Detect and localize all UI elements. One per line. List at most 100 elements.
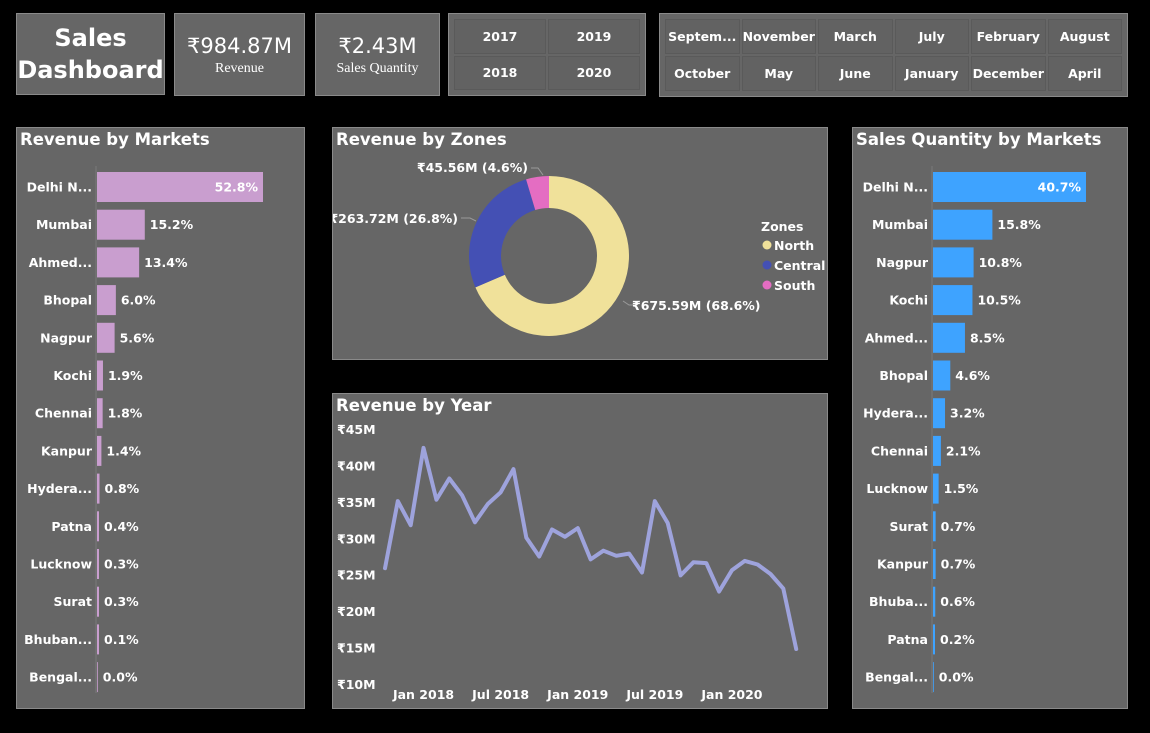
quantity-market-value-label: 1.5%: [944, 481, 979, 496]
quantity-market-bar: [933, 435, 941, 466]
month-option[interactable]: July: [894, 19, 969, 54]
revenue-by-markets-chart: Delhi N... 52.8% Mumbai 15.2% Ahmed... 13.4% B…: [24, 166, 263, 693]
year-option[interactable]: 2017: [454, 19, 546, 54]
revenue-market-bar: [97, 435, 102, 466]
sales-quantity-card: ₹2.43M Sales Quantity: [315, 13, 440, 96]
month-option[interactable]: April: [1047, 56, 1122, 91]
quantity-market-value-label: 3.2%: [950, 406, 985, 421]
year-option[interactable]: 2018: [454, 55, 546, 90]
year-option[interactable]: 2020: [548, 55, 640, 90]
revenue-market-value-label: 13.4%: [144, 255, 188, 270]
revenue-market-value-label: 0.4%: [104, 519, 139, 534]
legend-label-south: South: [774, 278, 815, 293]
revenue-market-bar: [97, 360, 103, 391]
quantity-market-bar: [933, 473, 939, 504]
revenue-market-bar: [97, 511, 99, 542]
quantity-market-category-label: Hydera...: [863, 406, 928, 421]
quantity-market-category-label: Lucknow: [866, 481, 928, 496]
revenue-market-category-label: Bhopal: [43, 293, 92, 308]
revenue-market-bar: [97, 247, 140, 278]
revenue-market-value-label: 0.0%: [103, 670, 138, 685]
quantity-market-value-label: 0.7%: [941, 557, 976, 572]
month-option[interactable]: Septem...: [665, 19, 740, 54]
quantity-market-category-label: Bhopal: [879, 368, 928, 383]
revenue-market-bar: [97, 209, 145, 240]
month-option[interactable]: August: [1047, 19, 1122, 54]
revenue-by-markets-panel: Revenue by Markets Delhi N... 52.8% Mumbai…: [16, 127, 305, 709]
quantity-market-category-label: Mumbai: [872, 217, 928, 232]
quantity-market-bar: [933, 247, 974, 278]
revenue-market-bar: [97, 285, 116, 316]
y-axis-tick-label: ₹10M: [337, 677, 376, 692]
revenue-market-value-label: 15.2%: [150, 217, 194, 232]
x-axis-tick-label: Jul 2019: [625, 687, 683, 702]
quantity-market-category-label: Kochi: [889, 293, 928, 308]
revenue-by-year-panel: Revenue by Year ₹45M ₹40M ₹35M ₹30M ₹25M ₹20M…: [332, 393, 828, 709]
month-option[interactable]: February: [971, 19, 1046, 54]
revenue-market-category-label: Surat: [54, 594, 93, 609]
quantity-market-category-label: Ahmed...: [865, 330, 928, 345]
legend-marker-central: [762, 260, 772, 270]
month-slicer[interactable]: Septem... November March July February A…: [659, 13, 1128, 97]
month-option[interactable]: December: [971, 56, 1046, 91]
x-axis-tick-label: Jul 2018: [471, 687, 529, 702]
sales-quantity-value: ₹2.43M: [338, 33, 417, 58]
revenue-market-category-label: Delhi N...: [27, 180, 92, 195]
sales-quantity-by-markets-panel: Sales Quantity by Markets Delhi N... 40.7…: [852, 127, 1128, 709]
x-axis-tick-label: Jan 2020: [700, 687, 762, 702]
revenue-value: ₹984.87M: [187, 33, 292, 58]
revenue-market-bar: [97, 549, 99, 579]
revenue-market-category-label: Bengal...: [29, 670, 92, 685]
revenue-market-category-label: Nagpur: [40, 330, 93, 345]
revenue-market-bar: [97, 322, 115, 353]
y-axis-tick-label: ₹30M: [337, 531, 376, 546]
revenue-market-value-label: 1.8%: [108, 406, 143, 421]
month-option[interactable]: June: [818, 56, 893, 91]
quantity-market-value-label: 2.1%: [946, 443, 981, 458]
zones-legend-title: Zones: [761, 219, 803, 234]
month-option[interactable]: November: [741, 19, 816, 54]
revenue-market-value-label: 0.3%: [104, 594, 139, 609]
legend-label-central: Central: [774, 258, 825, 273]
quantity-market-category-label: Delhi N...: [863, 180, 928, 195]
quantity-market-value-label: 10.5%: [977, 293, 1021, 308]
quantity-market-value-label: 15.8%: [997, 217, 1041, 232]
revenue-market-category-label: Mumbai: [36, 217, 92, 232]
month-option[interactable]: March: [818, 19, 893, 54]
title-line-1: Sales: [54, 24, 127, 52]
revenue-market-bar: [97, 398, 103, 429]
revenue-market-category-label: Ahmed...: [29, 255, 92, 270]
quantity-market-value-label: 0.2%: [940, 632, 975, 647]
dashboard-title: Sales Dashboard: [16, 13, 165, 95]
year-option[interactable]: 2019: [548, 19, 640, 54]
quantity-market-bar: [933, 209, 993, 240]
revenue-market-value-label: 0.1%: [104, 632, 139, 647]
y-axis-tick-label: ₹15M: [337, 641, 376, 656]
month-option[interactable]: January: [894, 56, 969, 91]
y-axis-tick-label: ₹25M: [337, 568, 376, 583]
quantity-market-category-label: Surat: [890, 519, 929, 534]
zone-slice-central: [469, 179, 536, 288]
quantity-market-value-label: 40.7%: [1038, 180, 1082, 195]
revenue-market-category-label: Kanpur: [41, 443, 93, 458]
revenue-market-category-label: Patna: [51, 519, 92, 534]
year-slicer[interactable]: 2017 2019 2018 2020: [448, 13, 646, 96]
quantity-market-value-label: 10.8%: [979, 255, 1023, 270]
quantity-market-bar: [933, 322, 965, 353]
y-axis-tick-label: ₹40M: [337, 458, 376, 473]
quantity-market-bar: [933, 511, 936, 542]
x-axis-tick-label: Jan 2019: [546, 687, 608, 702]
month-option[interactable]: October: [665, 56, 740, 91]
revenue-market-bar: [97, 473, 100, 504]
revenue-market-category-label: Hydera...: [27, 481, 92, 496]
y-axis-tick-label: ₹35M: [337, 495, 376, 510]
revenue-market-value-label: 5.6%: [120, 330, 155, 345]
legend-label-north: North: [774, 238, 814, 253]
quantity-market-category-label: Chennai: [871, 443, 928, 458]
quantity-market-value-label: 8.5%: [970, 330, 1005, 345]
revenue-market-value-label: 52.8%: [215, 180, 259, 195]
revenue-market-bar: [97, 662, 98, 693]
revenue-market-value-label: 0.8%: [105, 481, 140, 496]
revenue-market-category-label: Kochi: [53, 368, 92, 383]
month-option[interactable]: May: [741, 56, 816, 91]
